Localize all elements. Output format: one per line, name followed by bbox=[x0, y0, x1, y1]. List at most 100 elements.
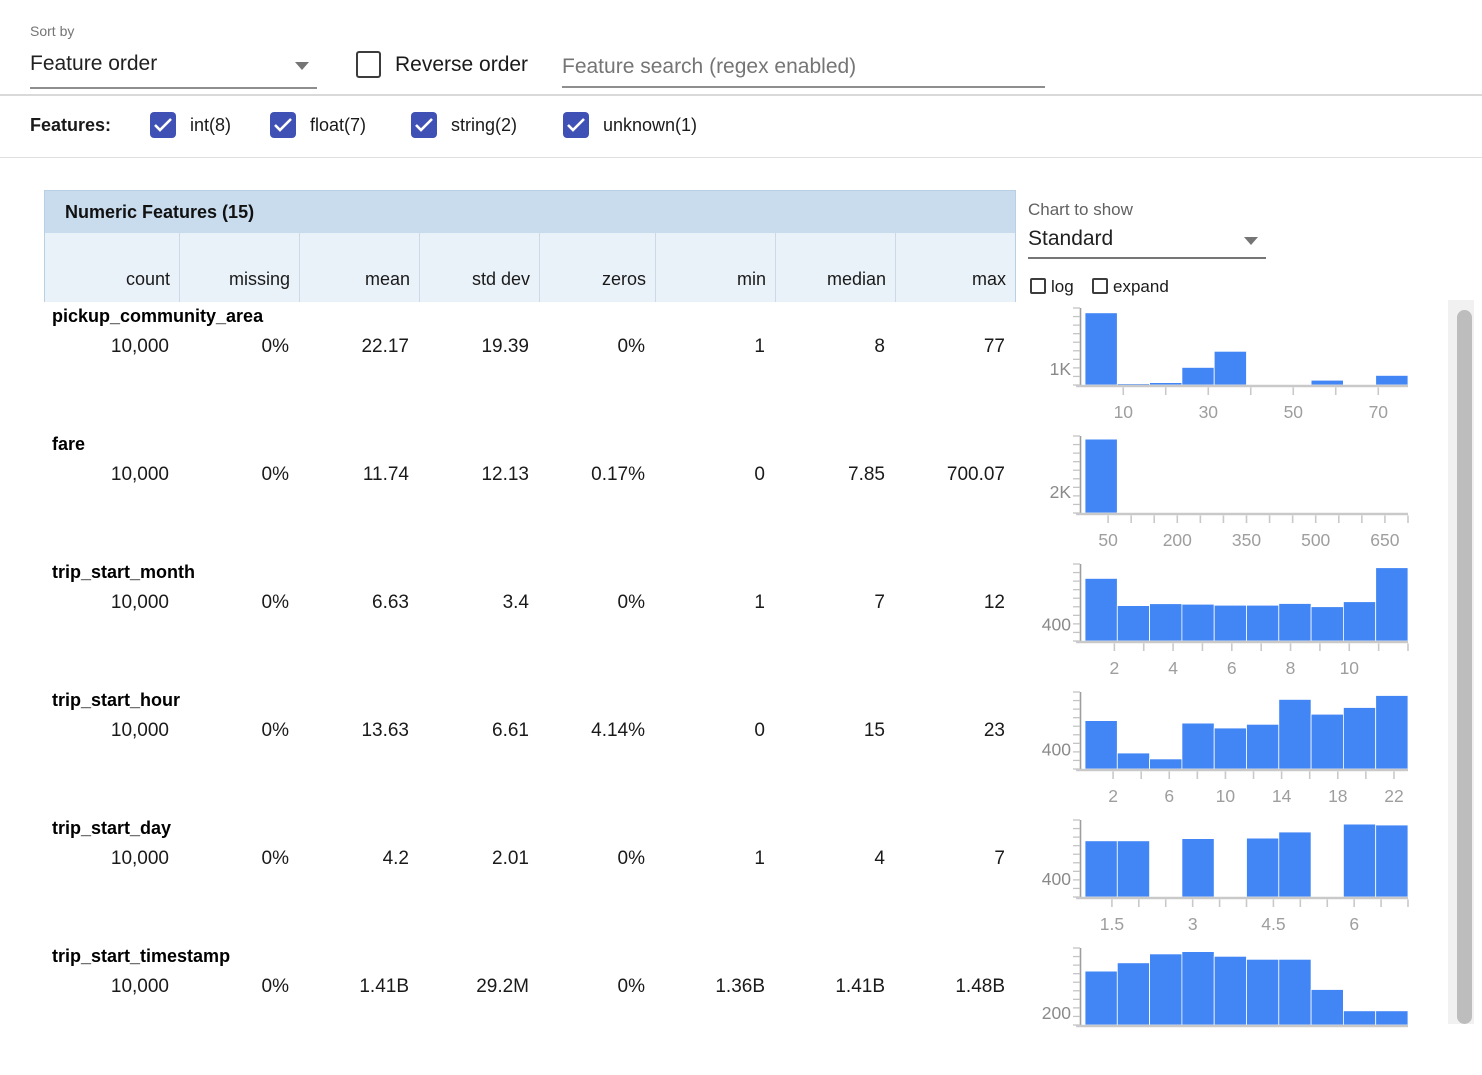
table-title-band: Numeric Features (15) bbox=[45, 191, 1015, 233]
stat-count: 10,000 bbox=[44, 464, 178, 486]
stat-zeros: 4.14% bbox=[538, 720, 654, 742]
histogram-fare[interactable]: 2K 50 200 350 500 650 bbox=[1028, 432, 1412, 558]
column-header-median: median bbox=[775, 233, 895, 302]
stat-missing: 0% bbox=[178, 464, 298, 486]
feature-name: pickup_community_area bbox=[52, 306, 263, 327]
checkbox-checked-icon[interactable] bbox=[270, 112, 296, 138]
column-header-mean: mean bbox=[299, 233, 419, 302]
svg-text:200: 200 bbox=[1163, 530, 1192, 550]
svg-text:650: 650 bbox=[1370, 530, 1399, 550]
svg-text:30: 30 bbox=[1199, 402, 1219, 422]
svg-text:6: 6 bbox=[1349, 914, 1359, 934]
stat-missing: 0% bbox=[178, 592, 298, 614]
chart-dropdown-underline bbox=[1028, 257, 1266, 259]
svg-text:10: 10 bbox=[1340, 658, 1360, 678]
svg-text:14: 14 bbox=[1272, 786, 1292, 806]
stat-max: 23 bbox=[894, 720, 1014, 742]
checkbox-checked-icon[interactable] bbox=[150, 112, 176, 138]
stat-mean: 22.17 bbox=[298, 336, 418, 358]
svg-text:50: 50 bbox=[1098, 530, 1118, 550]
svg-text:350: 350 bbox=[1232, 530, 1261, 550]
svg-text:4: 4 bbox=[1168, 658, 1178, 678]
chart-to-show-label: Chart to show bbox=[1028, 200, 1133, 220]
stat-mean: 13.63 bbox=[298, 720, 418, 742]
stat-mean: 6.63 bbox=[298, 592, 418, 614]
log-label: log bbox=[1051, 277, 1074, 297]
feature-row-fare: fare10,0000%11.7412.130.17%07.85700.072K… bbox=[0, 430, 1448, 558]
feature-row-trip_start_day: trip_start_day10,0000%4.22.010%1474001.5… bbox=[0, 814, 1448, 942]
column-header-std-dev: std dev bbox=[419, 233, 539, 302]
svg-text:70: 70 bbox=[1369, 402, 1389, 422]
histogram-trip_start_timestamp[interactable]: 200 bbox=[1028, 944, 1412, 1070]
svg-text:2K: 2K bbox=[1050, 482, 1072, 502]
stat-count: 10,000 bbox=[44, 720, 178, 742]
svg-text:400: 400 bbox=[1042, 869, 1071, 889]
stat-std-dev: 29.2M bbox=[418, 976, 538, 998]
svg-text:18: 18 bbox=[1328, 786, 1347, 806]
feature-type-filter[interactable]: unknown(1) bbox=[563, 112, 697, 138]
features-filter-bar: Features: int(8) float(7) string(2) unknown… bbox=[0, 96, 1482, 157]
feature-search-input[interactable] bbox=[562, 48, 1045, 88]
stat-count: 10,000 bbox=[44, 336, 178, 358]
stat-std-dev: 3.4 bbox=[418, 592, 538, 614]
svg-text:6: 6 bbox=[1227, 658, 1237, 678]
toolbar: Sort by Feature order Reverse order bbox=[0, 0, 1482, 95]
features-label: Features: bbox=[30, 115, 111, 136]
column-header-row: countmissingmeanstd devzerosminmedianmax bbox=[45, 233, 1015, 302]
stat-std-dev: 6.61 bbox=[418, 720, 538, 742]
stat-count: 10,000 bbox=[44, 848, 178, 870]
svg-text:6: 6 bbox=[1164, 786, 1174, 806]
sort-by-underline bbox=[30, 87, 317, 89]
svg-text:400: 400 bbox=[1042, 739, 1071, 759]
vertical-scrollbar-track[interactable] bbox=[1448, 300, 1474, 1024]
svg-text:4.5: 4.5 bbox=[1261, 914, 1285, 934]
feature-name: trip_start_timestamp bbox=[52, 946, 230, 967]
stat-median: 1.41B bbox=[774, 976, 894, 998]
stat-zeros: 0% bbox=[538, 336, 654, 358]
stat-count: 10,000 bbox=[44, 976, 178, 998]
svg-text:10: 10 bbox=[1216, 786, 1236, 806]
histogram-pickup_community_area[interactable]: 1K10305070 bbox=[1028, 304, 1412, 430]
column-header-max: max bbox=[895, 233, 1015, 302]
stat-missing: 0% bbox=[178, 848, 298, 870]
feature-type-filter[interactable]: string(2) bbox=[411, 112, 517, 138]
svg-text:1.5: 1.5 bbox=[1100, 914, 1124, 934]
chart-type-dropdown[interactable]: Standard bbox=[1028, 227, 1113, 251]
stat-count: 10,000 bbox=[44, 592, 178, 614]
histogram-trip_start_day[interactable]: 4001.534.56 bbox=[1028, 816, 1412, 942]
vertical-scrollbar-thumb[interactable] bbox=[1457, 310, 1472, 1024]
feature-type-filter[interactable]: float(7) bbox=[270, 112, 366, 138]
histogram-trip_start_hour[interactable]: 4002610141822 bbox=[1028, 688, 1412, 814]
stat-std-dev: 19.39 bbox=[418, 336, 538, 358]
chevron-down-icon[interactable] bbox=[1244, 237, 1258, 245]
stat-median: 4 bbox=[774, 848, 894, 870]
expand-checkbox[interactable] bbox=[1092, 278, 1108, 294]
stat-median: 7.85 bbox=[774, 464, 894, 486]
numeric-features-table-header: Numeric Features (15) countmissingmeanst… bbox=[44, 190, 1016, 303]
stat-missing: 0% bbox=[178, 720, 298, 742]
stat-min: 1 bbox=[654, 848, 774, 870]
feature-stats-row: 10,0000%22.1719.390%1877 bbox=[44, 336, 1014, 358]
column-header-min: min bbox=[655, 233, 775, 302]
histogram-trip_start_month[interactable]: 400246810 bbox=[1028, 560, 1412, 686]
stat-min: 0 bbox=[654, 720, 774, 742]
stat-max: 7 bbox=[894, 848, 1014, 870]
svg-text:500: 500 bbox=[1301, 530, 1330, 550]
chevron-down-icon[interactable] bbox=[295, 62, 309, 70]
reverse-order-checkbox[interactable] bbox=[356, 51, 381, 78]
stat-min: 1 bbox=[654, 336, 774, 358]
feature-type-filter[interactable]: int(8) bbox=[150, 112, 231, 138]
stat-zeros: 0.17% bbox=[538, 464, 654, 486]
svg-text:10: 10 bbox=[1114, 402, 1134, 422]
stat-missing: 0% bbox=[178, 976, 298, 998]
feature-stats-row: 10,0000%1.41B29.2M0%1.36B1.41B1.48B bbox=[44, 976, 1014, 998]
sort-by-dropdown[interactable]: Feature order bbox=[30, 52, 157, 76]
log-checkbox[interactable] bbox=[1030, 278, 1046, 294]
column-header-count: count bbox=[45, 233, 179, 302]
svg-text:50: 50 bbox=[1284, 402, 1304, 422]
column-header-zeros: zeros bbox=[539, 233, 655, 302]
feature-name: trip_start_month bbox=[52, 562, 195, 583]
checkbox-checked-icon[interactable] bbox=[411, 112, 437, 138]
stat-max: 77 bbox=[894, 336, 1014, 358]
checkbox-checked-icon[interactable] bbox=[563, 112, 589, 138]
